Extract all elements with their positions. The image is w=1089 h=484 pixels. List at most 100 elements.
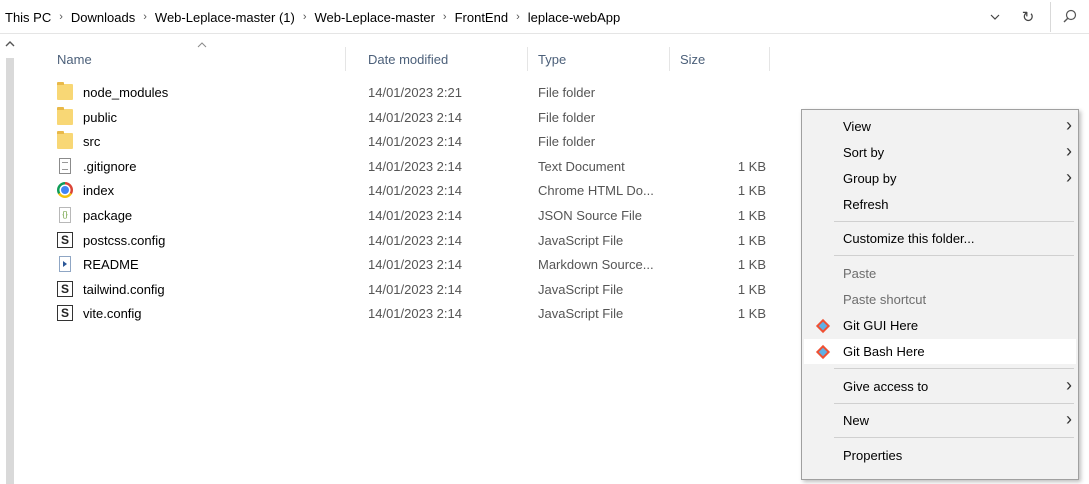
- refresh-button[interactable]: ↻: [1017, 7, 1039, 27]
- js-file-icon: S: [57, 280, 73, 297]
- file-type: JavaScript File: [538, 306, 624, 322]
- menu-separator: [834, 255, 1074, 256]
- menu-item-label: Properties: [843, 448, 903, 463]
- file-row[interactable]: {} package 14/01/2023 2:14 JSON Source F…: [20, 203, 800, 228]
- file-date: 14/01/2023 2:14: [368, 281, 462, 297]
- menu-item-label: Git GUI Here: [843, 318, 919, 333]
- file-type: File folder: [538, 109, 596, 125]
- file-date: 14/01/2023 2:14: [368, 158, 462, 174]
- column-divider[interactable]: [769, 47, 770, 71]
- file-size: 1 KB: [737, 306, 766, 322]
- file-type: File folder: [538, 134, 596, 150]
- address-history-dropdown[interactable]: [984, 7, 1006, 27]
- menu-item-paste: Paste: [804, 261, 1076, 286]
- file-name: .gitignore: [83, 158, 137, 174]
- menu-item-group-by[interactable]: Group by ›: [804, 166, 1076, 191]
- text-file-icon: [59, 157, 71, 174]
- column-divider[interactable]: [345, 47, 346, 71]
- git-icon: [815, 318, 831, 334]
- folder-icon: [57, 82, 73, 100]
- chevron-right-icon: ›: [1066, 115, 1072, 135]
- address-bar[interactable]: This PC › Downloads › Web-Leplace-master…: [0, 0, 1089, 34]
- menu-item-label: View: [843, 119, 871, 134]
- file-type: JSON Source File: [538, 207, 643, 223]
- git-icon: [815, 344, 831, 360]
- breadcrumb-frontend[interactable]: FrontEnd: [455, 10, 508, 25]
- chrome-icon: [57, 182, 73, 199]
- breadcrumb-downloads[interactable]: Downloads: [71, 10, 135, 25]
- menu-item-label: New: [843, 413, 870, 428]
- file-row[interactable]: S tailwind.config 14/01/2023 2:14 JavaSc…: [20, 277, 800, 302]
- scrollbar-thumb[interactable]: [6, 58, 14, 484]
- folder-icon: [57, 131, 73, 150]
- menu-separator: [834, 368, 1074, 369]
- file-row[interactable]: index 14/01/2023 2:14 Chrome HTML Do... …: [20, 178, 800, 203]
- file-row[interactable]: node_modules 14/01/2023 2:21 File folder: [20, 80, 800, 105]
- file-date: 14/01/2023 2:21: [368, 85, 462, 100]
- chevron-right-icon: ›: [1066, 141, 1072, 161]
- scroll-up-arrow-icon[interactable]: [5, 40, 15, 48]
- chevron-right-icon[interactable]: ›: [443, 11, 447, 23]
- file-type: Chrome HTML Do...: [538, 183, 654, 199]
- chevron-right-icon[interactable]: ›: [143, 11, 147, 23]
- menu-item-label: Customize this folder...: [843, 231, 975, 246]
- menu-item-git-gui-here[interactable]: Git GUI Here: [804, 313, 1076, 338]
- breadcrumb: This PC › Downloads › Web-Leplace-master…: [5, 10, 620, 25]
- file-name: index: [83, 183, 115, 199]
- menu-item-label: Paste: [843, 266, 877, 281]
- file-row[interactable]: public 14/01/2023 2:14 File folder: [20, 105, 800, 130]
- menu-item-git-bash-here[interactable]: Git Bash Here: [804, 339, 1076, 364]
- file-size: 1 KB: [737, 207, 766, 223]
- navigation-pane-scrollbar[interactable]: [0, 34, 20, 484]
- file-name: vite.config: [83, 306, 142, 322]
- file-size: 1 KB: [737, 232, 766, 248]
- markdown-file-icon: [59, 256, 71, 273]
- menu-separator: [834, 403, 1074, 404]
- chevron-right-icon: ›: [1066, 409, 1072, 429]
- file-row[interactable]: src 14/01/2023 2:14 File folder: [20, 129, 800, 154]
- file-date: 14/01/2023 2:14: [368, 306, 462, 322]
- file-row[interactable]: .gitignore 14/01/2023 2:14 Text Document…: [20, 154, 800, 179]
- column-header-size[interactable]: Size: [670, 41, 770, 77]
- search-input[interactable]: [1050, 2, 1089, 32]
- file-date: 14/01/2023 2:14: [368, 134, 462, 150]
- folder-icon: [57, 106, 73, 125]
- file-row[interactable]: S postcss.config 14/01/2023 2:14 JavaScr…: [20, 228, 800, 253]
- search-icon: [1063, 9, 1077, 26]
- chevron-right-icon: ›: [1066, 167, 1072, 187]
- menu-item-customize-folder[interactable]: Customize this folder...: [804, 226, 1076, 251]
- file-name: postcss.config: [83, 232, 166, 248]
- breadcrumb-leplace-webapp[interactable]: leplace-webApp: [528, 10, 621, 25]
- file-row[interactable]: S vite.config 14/01/2023 2:14 JavaScript…: [20, 301, 800, 326]
- menu-item-label: Give access to: [843, 379, 929, 394]
- file-type: JavaScript File: [538, 232, 624, 248]
- column-header-type-label: Type: [538, 51, 567, 67]
- menu-item-new[interactable]: New ›: [804, 408, 1076, 433]
- chevron-right-icon[interactable]: ›: [59, 11, 63, 23]
- chevron-right-icon[interactable]: ›: [516, 11, 520, 23]
- chevron-right-icon[interactable]: ›: [303, 11, 307, 23]
- column-header-name[interactable]: Name: [20, 41, 346, 77]
- file-type: Markdown Source...: [538, 257, 654, 273]
- chevron-down-icon: [990, 14, 1000, 20]
- file-size: 1 KB: [737, 257, 766, 273]
- column-header-size-label: Size: [680, 51, 706, 67]
- menu-item-give-access-to[interactable]: Give access to ›: [804, 374, 1076, 399]
- column-header-date-modified[interactable]: Date modified: [358, 41, 528, 77]
- file-name: package: [83, 207, 133, 223]
- breadcrumb-web-leplace-master[interactable]: Web-Leplace-master: [315, 10, 435, 25]
- column-header-type[interactable]: Type: [528, 41, 670, 77]
- file-type: JavaScript File: [538, 281, 624, 297]
- refresh-icon: ↻: [1021, 9, 1035, 26]
- file-row[interactable]: README 14/01/2023 2:14 Markdown Source..…: [20, 252, 800, 277]
- menu-item-properties[interactable]: Properties: [804, 443, 1076, 468]
- breadcrumb-this-pc[interactable]: This PC: [5, 10, 51, 25]
- file-name: README: [83, 257, 139, 273]
- file-date: 14/01/2023 2:14: [368, 232, 462, 248]
- menu-separator: [834, 437, 1074, 438]
- file-size: 1 KB: [737, 281, 766, 297]
- menu-item-view[interactable]: View ›: [804, 114, 1076, 139]
- breadcrumb-web-leplace-master-1[interactable]: Web-Leplace-master (1): [155, 10, 295, 25]
- menu-item-refresh[interactable]: Refresh: [804, 192, 1076, 217]
- menu-item-sort-by[interactable]: Sort by ›: [804, 140, 1076, 165]
